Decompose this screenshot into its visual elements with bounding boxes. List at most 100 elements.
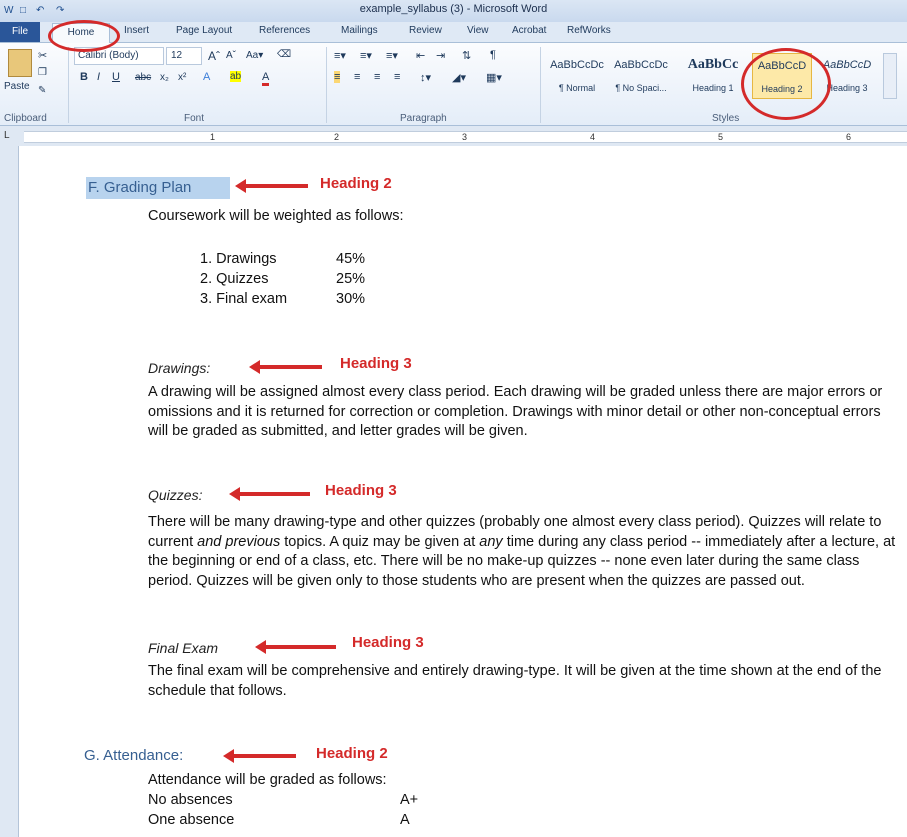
copy-icon[interactable]: ❐ — [38, 67, 47, 78]
heading-drawings[interactable]: Drawings: — [148, 360, 210, 376]
tab-view[interactable]: View — [467, 25, 489, 36]
line-spacing-icon[interactable]: ↕▾ — [420, 71, 431, 84]
increase-indent-icon[interactable]: ⇥ — [436, 49, 445, 62]
superscript-icon[interactable]: x² — [178, 72, 186, 83]
underline-icon[interactable]: U — [112, 71, 120, 83]
group-divider — [68, 47, 69, 123]
group-label-styles: Styles — [712, 113, 740, 124]
weight-item-percent[interactable]: 30% — [336, 290, 365, 310]
tab-file[interactable]: File — [0, 22, 40, 42]
italic-icon[interactable]: I — [97, 71, 100, 83]
align-left-icon[interactable]: ≡ — [334, 71, 341, 83]
weight-item-percent[interactable]: 25% — [336, 270, 365, 290]
ruler-number: 1 — [210, 132, 216, 142]
shading-icon[interactable]: ◢▾ — [452, 71, 466, 84]
group-label-font: Font — [184, 113, 205, 124]
group-label-paragraph: Paragraph — [400, 113, 447, 124]
numbering-icon[interactable]: ≡▾ — [360, 49, 372, 62]
font-color-icon[interactable]: A — [262, 71, 270, 86]
quizzes-emphasis: and previous — [197, 533, 281, 550]
annotation-arrow — [229, 487, 310, 501]
change-case-icon[interactable]: Aa▾ — [246, 50, 263, 61]
borders-icon[interactable]: ▦▾ — [486, 71, 502, 84]
weight-item-label[interactable]: 3. Final exam — [200, 290, 287, 310]
heading-grading-plan[interactable]: F. Grading Plan — [88, 179, 191, 196]
paste-button[interactable]: Paste — [4, 81, 30, 92]
paste-icon[interactable] — [8, 49, 32, 77]
drawings-paragraph[interactable]: A drawing will be assigned almost every … — [148, 383, 900, 442]
group-divider — [540, 47, 541, 123]
heading-final-exam[interactable]: Final Exam — [148, 640, 218, 656]
multilevel-list-icon[interactable]: ≡▾ — [386, 49, 398, 62]
vertical-ruler[interactable] — [0, 146, 19, 837]
strikethrough-icon[interactable]: abc — [135, 72, 151, 83]
tab-selector-icon[interactable]: L — [4, 130, 10, 141]
format-painter-icon[interactable]: ✎ — [38, 85, 46, 96]
annotation-arrow — [223, 749, 296, 763]
subscript-icon[interactable]: x₂ — [160, 72, 169, 83]
grow-font-icon[interactable]: Aˆ — [208, 49, 220, 63]
title-bar: W □ ↶ ↷ example_syllabus (3) - Microsoft… — [0, 0, 907, 22]
horizontal-ruler[interactable]: L 1 2 3 4 5 6 — [0, 126, 907, 147]
sort-icon[interactable]: ⇅ — [462, 49, 471, 62]
attendance-absences[interactable]: One absence — [148, 811, 234, 831]
weight-item-percent[interactable]: 45% — [336, 250, 365, 270]
weight-item-label[interactable]: 2. Quizzes — [200, 270, 269, 290]
ruler-number: 3 — [462, 132, 468, 142]
style-no-spacing[interactable]: AaBbCcDc ¶ No Spaci... — [612, 53, 670, 97]
tab-refworks[interactable]: RefWorks — [567, 25, 611, 36]
ribbon-tabs: File Home Insert Page Layout References … — [0, 22, 907, 43]
tab-page-layout[interactable]: Page Layout — [176, 25, 232, 36]
styles-scroll[interactable] — [883, 53, 897, 99]
align-right-icon[interactable]: ≡ — [374, 71, 380, 83]
decrease-indent-icon[interactable]: ⇤ — [416, 49, 425, 62]
style-name: Heading 1 — [692, 83, 734, 93]
style-sample: AaBbCcDc — [614, 59, 668, 71]
annotation-heading-3: Heading 3 — [325, 482, 397, 499]
tab-insert[interactable]: Insert — [124, 25, 149, 36]
attendance-grade[interactable]: A+ — [400, 791, 418, 811]
annotation-heading-2: Heading 2 — [316, 745, 388, 762]
highlight-icon[interactable]: ab — [230, 71, 242, 82]
annotation-heading-2: Heading 2 — [320, 175, 392, 192]
quizzes-emphasis: any — [479, 533, 503, 550]
tab-acrobat[interactable]: Acrobat — [512, 25, 546, 36]
ruler-number: 2 — [334, 132, 340, 142]
annotation-heading-3: Heading 3 — [352, 634, 424, 651]
heading-quizzes[interactable]: Quizzes: — [148, 487, 202, 503]
ruler-number: 4 — [590, 132, 596, 142]
bold-icon[interactable]: B — [80, 71, 88, 83]
style-heading-1[interactable]: AaBbCc Heading 1 — [684, 53, 742, 97]
style-sample: AaBbCc — [687, 57, 739, 72]
annotation-arrow — [255, 640, 336, 654]
clear-formatting-icon[interactable]: ⌫ — [277, 49, 291, 60]
attendance-grade[interactable]: A — [400, 811, 410, 831]
heading-attendance[interactable]: G. Attendance: — [84, 747, 183, 764]
attendance-absences[interactable]: No absences — [148, 791, 233, 811]
annotation-arrow — [235, 179, 308, 193]
final-exam-paragraph[interactable]: The final exam will be comprehensive and… — [148, 662, 900, 701]
attendance-intro[interactable]: Attendance will be graded as follows: — [148, 771, 387, 791]
cut-icon[interactable]: ✂ — [38, 49, 47, 62]
group-divider — [326, 47, 327, 123]
tab-references[interactable]: References — [259, 25, 310, 36]
text-effects-icon[interactable]: A — [203, 71, 210, 83]
justify-icon[interactable]: ≡ — [394, 71, 400, 83]
weight-item-label[interactable]: 1. Drawings — [200, 250, 277, 270]
font-size-box[interactable]: 12 — [166, 47, 202, 65]
quizzes-paragraph[interactable]: There will be many drawing-type and othe… — [148, 513, 900, 591]
bullets-icon[interactable]: ≡▾ — [334, 49, 346, 62]
annotation-arrow — [249, 360, 322, 374]
tab-mailings[interactable]: Mailings — [341, 25, 378, 36]
ruler-strip: 1 2 3 4 5 6 — [24, 131, 907, 143]
show-marks-icon[interactable]: ¶ — [490, 49, 496, 61]
quizzes-text: topics. A quiz may be given at — [280, 533, 480, 550]
tab-review[interactable]: Review — [409, 25, 442, 36]
annotation-heading-3: Heading 3 — [340, 355, 412, 372]
style-normal[interactable]: AaBbCcDc ¶ Normal — [548, 53, 606, 97]
grading-intro[interactable]: Coursework will be weighted as follows: — [148, 207, 403, 227]
ruler-number: 5 — [718, 132, 724, 142]
shrink-font-icon[interactable]: Aˇ — [226, 50, 236, 61]
align-center-icon[interactable]: ≡ — [354, 71, 360, 83]
group-label-clipboard: Clipboard — [4, 113, 47, 124]
